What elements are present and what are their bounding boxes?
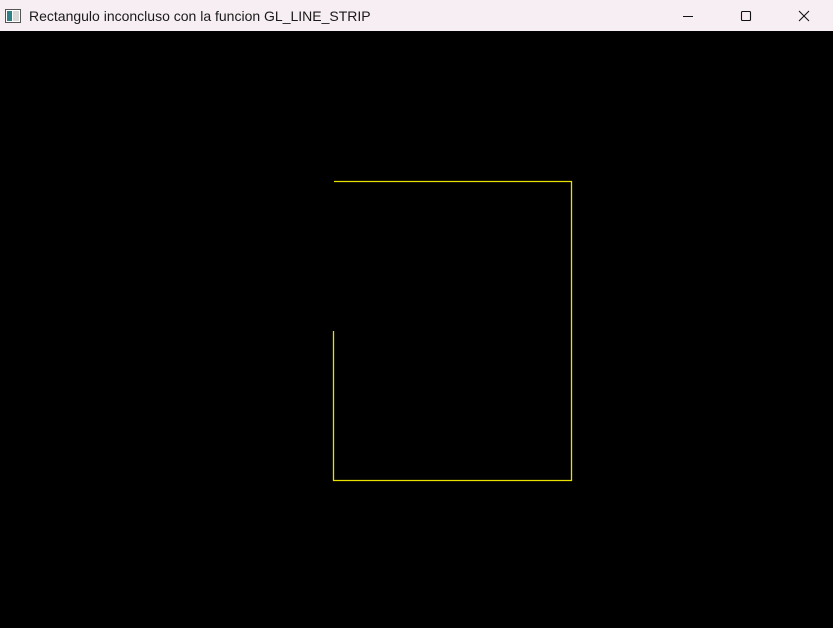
window-title: Rectangulo inconcluso con la funcion GL_… bbox=[29, 7, 371, 24]
minimize-icon bbox=[683, 15, 693, 17]
opengl-canvas[interactable] bbox=[0, 31, 833, 628]
app-window-icon bbox=[5, 8, 21, 23]
close-icon bbox=[798, 10, 810, 21]
line-strip-rectangle bbox=[332, 180, 573, 482]
app-window: Rectangulo inconcluso con la funcion GL_… bbox=[0, 0, 833, 628]
window-controls bbox=[659, 0, 833, 31]
close-button[interactable] bbox=[775, 0, 833, 31]
minimize-button[interactable] bbox=[659, 0, 717, 31]
maximize-button[interactable] bbox=[717, 0, 775, 31]
title-bar[interactable]: Rectangulo inconcluso con la funcion GL_… bbox=[0, 0, 833, 31]
maximize-icon bbox=[740, 10, 752, 21]
